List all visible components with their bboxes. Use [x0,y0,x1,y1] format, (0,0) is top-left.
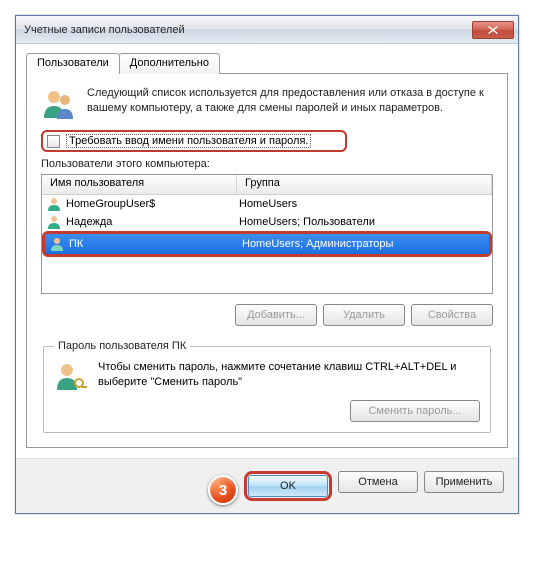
tab-users[interactable]: Пользователи [26,53,120,74]
list-header[interactable]: Имя пользователя Группа [42,175,492,195]
window-title: Учетные записи пользователей [24,24,472,36]
add-button[interactable]: Добавить... [235,304,317,326]
cell-group: HomeUsers; Пользователи [237,216,492,228]
cell-username: HomeGroupUser$ [66,198,237,210]
dialog-footer: OK Отмена Применить [16,458,518,513]
require-login-label: Требовать ввод имени пользователя и паро… [66,134,311,148]
cell-username: Надежда [66,216,237,228]
close-icon [488,26,498,34]
cancel-button[interactable]: Отмена [338,471,418,493]
tab-advanced[interactable]: Дополнительно [119,53,220,74]
user-accounts-dialog: Учетные записи пользователей Пользовател… [15,15,519,514]
cell-username: ПК [69,238,240,250]
cell-group: HomeUsers [237,198,492,210]
intro-text: Следующий список используется для предос… [87,86,493,122]
selected-row-highlight: ПК HomeUsers; Администраторы [42,231,492,257]
column-group[interactable]: Группа [237,175,492,194]
password-group: Пароль пользователя ПК Чтобы сменить пар… [43,340,491,433]
user-key-icon [54,360,88,394]
table-row-selected[interactable]: ПК HomeUsers; Администраторы [45,234,489,254]
delete-button[interactable]: Удалить [323,304,405,326]
users-list[interactable]: Имя пользователя Группа HomeGroupUser$ H… [41,174,493,294]
table-row[interactable]: HomeGroupUser$ HomeUsers [42,195,492,213]
require-login-row[interactable]: Требовать ввод имени пользователя и паро… [41,130,347,152]
user-icon [46,214,62,230]
user-icon [46,196,62,212]
column-username[interactable]: Имя пользователя [42,175,237,194]
properties-button[interactable]: Свойства [411,304,493,326]
list-caption: Пользователи этого компьютера: [41,158,493,170]
table-row[interactable]: Надежда HomeUsers; Пользователи [42,213,492,231]
ok-highlight: OK [244,471,332,501]
ok-button[interactable]: OK [248,475,328,497]
require-login-checkbox[interactable] [47,135,60,148]
apply-button[interactable]: Применить [424,471,504,493]
close-button[interactable] [472,21,514,39]
annotation-badge-3: 3 [208,475,238,505]
titlebar[interactable]: Учетные записи пользователей [16,16,518,44]
cell-group: HomeUsers; Администраторы [240,238,489,250]
tab-panel: Следующий список используется для предос… [26,73,508,448]
password-text: Чтобы сменить пароль, нажмите сочетание … [98,360,480,390]
tab-bar: Пользователи Дополнительно [26,53,508,74]
list-buttons: Добавить... Удалить Свойства [41,304,493,326]
change-password-button[interactable]: Сменить пароль... [350,400,480,422]
password-legend: Пароль пользователя ПК [54,340,190,352]
user-icon [49,236,65,252]
intro-section: Следующий список используется для предос… [41,86,493,122]
users-icon [41,86,77,122]
dialog-body: Пользователи Дополнительно Следующий спи… [16,44,518,458]
